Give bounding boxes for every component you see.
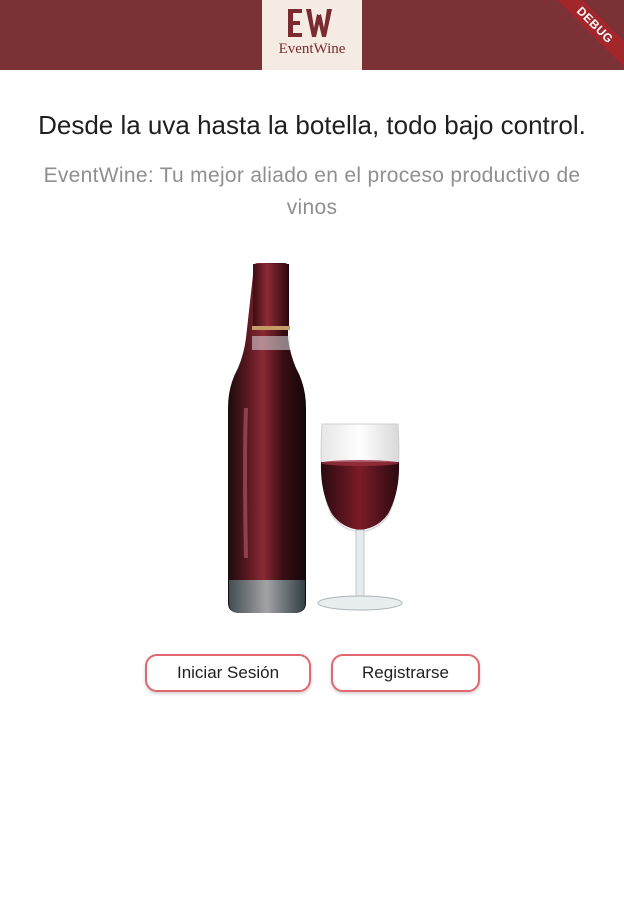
page-subtitle: EventWine: Tu mejor aliado en el proceso… (43, 164, 581, 219)
page-title: Desde la uva hasta la botella, todo bajo… (38, 110, 586, 140)
wine-bottle-and-glass-icon (228, 263, 403, 613)
register-button[interactable]: Registrarse (331, 654, 480, 692)
debug-banner: DEBUG (544, 0, 624, 80)
app-root: EventWine DEBUG Desde la uva hasta la bo… (0, 0, 624, 906)
logo-text: EventWine (278, 41, 346, 57)
eventwine-logo-icon (288, 9, 332, 37)
login-button[interactable]: Iniciar Sesión (145, 654, 311, 692)
logo: EventWine (262, 0, 362, 70)
debug-ribbon-label: DEBUG (549, 0, 624, 71)
app-bar: EventWine DEBUG (0, 0, 624, 71)
